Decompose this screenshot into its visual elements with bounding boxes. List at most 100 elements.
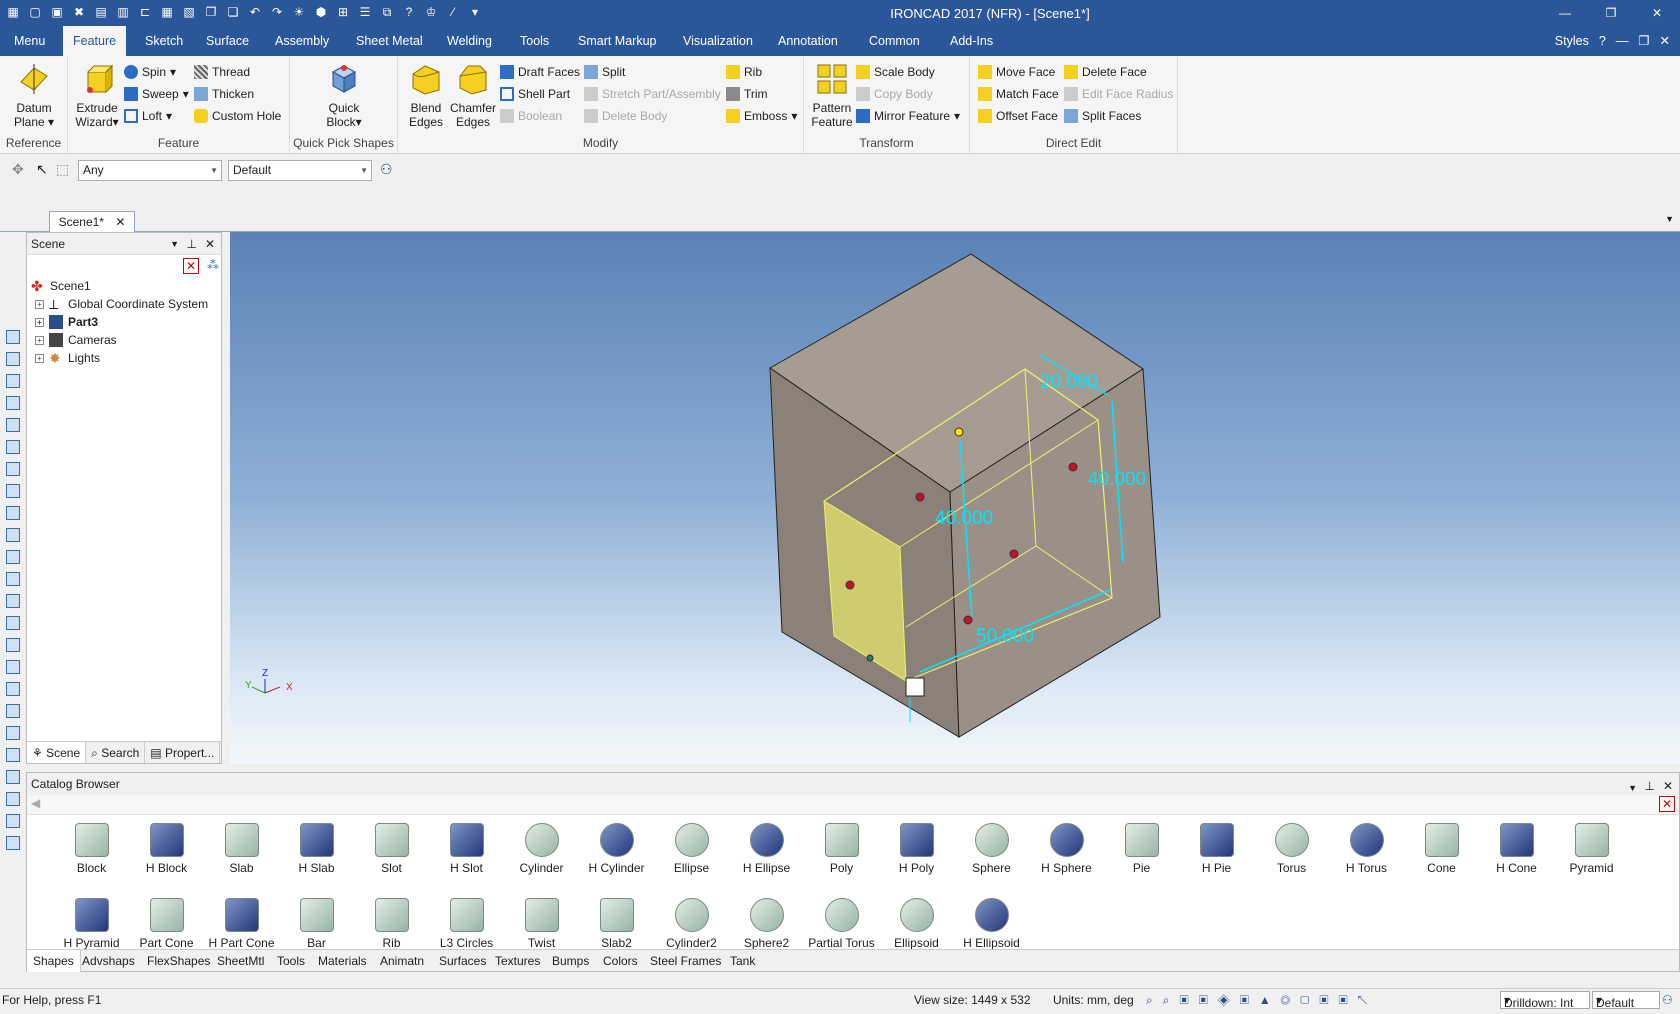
catalog-tab-steel-frames[interactable]: Steel Frames [650,950,721,972]
extrude-wizard-button[interactable]: Extrude Wizard▾ [74,62,120,129]
view-tool-icon[interactable] [6,506,20,520]
view-tool-icon[interactable] [6,814,20,828]
catalog-tab-advshaps[interactable]: Advshaps [82,950,135,972]
selection-filter-combo[interactable]: Any ▼ [78,160,222,181]
catalog-tab-surfaces[interactable]: Surfaces [439,950,486,972]
tree-item-global-coordinate-system[interactable]: + ⟂ Global Coordinate System [27,295,208,313]
expand-icon[interactable]: + [35,335,44,345]
tab-feature[interactable]: Feature [63,26,127,56]
split-faces-button[interactable]: Split Faces [1064,106,1141,126]
catalog-shape[interactable]: H Ellipse [729,823,804,875]
close-tab-icon[interactable]: ✕ [115,215,125,229]
view-tool-icon[interactable] [6,528,20,542]
view-tool-icon[interactable] [6,374,20,388]
tab-smart-markup[interactable]: Smart Markup [568,26,667,56]
catalog-shape[interactable]: Sphere [954,823,1029,875]
catalog-shape[interactable]: H Block [129,823,204,875]
size-handle[interactable] [954,427,964,437]
scale-body-button[interactable]: Scale Body [856,62,935,82]
pin-icon[interactable]: ⊥ [187,233,197,255]
split-button[interactable]: Split [584,62,625,82]
custom-hole-button[interactable]: Custom Hole [194,106,281,126]
tab-add-ins[interactable]: Add-Ins [940,26,1003,56]
expand-icon[interactable]: + [35,299,44,309]
tab-assembly[interactable]: Assembly [265,26,339,56]
thread-button[interactable]: Thread [194,62,250,82]
tab-common[interactable]: Common [859,26,930,56]
catalog-tab-animatn[interactable]: Animatn [380,950,424,972]
catalog-shape[interactable]: H Torus [1329,823,1404,875]
sweep-button[interactable]: Sweep ▾ [124,84,189,104]
catalog-shape[interactable]: H Part Cone [204,898,279,950]
view-tool-icon[interactable] [6,748,20,762]
catalog-shape[interactable]: Twist [504,898,579,950]
catalog-tab-sheetmtl[interactable]: SheetMtl [217,950,264,972]
tab-scene[interactable]: ⚘ Scene [27,742,87,763]
tab-list-icon[interactable]: ▼ [1665,214,1674,224]
size-handle[interactable] [845,580,855,590]
close-panel-icon[interactable]: ✕ [205,233,215,255]
doc-minimize-icon[interactable]: — [1616,26,1629,56]
tree-item-cameras[interactable]: + Cameras [27,331,208,349]
catalog-shape[interactable]: Rib [354,898,429,950]
panel-menu-icon[interactable]: ▼ [170,233,179,255]
tab-welding[interactable]: Welding [437,26,502,56]
loft-button[interactable]: Loft ▾ [124,106,172,126]
view-tool-icon[interactable] [6,352,20,366]
size-handle[interactable] [1068,462,1078,472]
hierarchy-icon[interactable]: ⚇ [380,161,393,178]
catalog-shape[interactable]: H Ellipsoid [954,898,1029,950]
catalog-shape[interactable]: Torus [1254,823,1329,875]
view-tool-icon[interactable] [6,440,20,454]
view-tool-icon[interactable] [6,550,20,564]
view-tool-icon[interactable] [6,484,20,498]
catalog-tab-textures[interactable]: Textures [495,950,540,972]
catalog-shape[interactable]: Cone [1404,823,1479,875]
tab-tools[interactable]: Tools [510,26,559,56]
catalog-tab-materials[interactable]: Materials [318,950,367,972]
shell-part-button[interactable]: Shell Part [500,84,570,104]
catalog-shape[interactable]: Poly [804,823,879,875]
catalog-shape[interactable]: H Slab [279,823,354,875]
clear-icon[interactable]: ✕ [1659,796,1675,812]
tree-item-lights[interactable]: + ✸ Lights [27,349,208,367]
dimension-label[interactable]: 50.000 [976,626,1034,647]
catalog-tab-tank[interactable]: Tank [730,950,755,972]
stretch-button[interactable]: Stretch Part/Assembly [584,84,721,104]
catalog-shape[interactable]: Pyramid [1554,823,1629,875]
catalog-tab-flexshapes[interactable]: FlexShapes [147,950,210,972]
view-tool-icon[interactable] [6,638,20,652]
tab-search[interactable]: ⌕ Search [86,742,146,763]
restore-icon[interactable]: ❐ [1588,0,1634,26]
clear-filter-icon[interactable]: ✕ [183,258,199,274]
tab-visualization[interactable]: Visualization [673,26,763,56]
tree-item-scene1[interactable]: ✤ Scene1 [27,277,208,295]
tab-surface[interactable]: Surface [196,26,259,56]
catalog-shape[interactable]: Slab2 [579,898,654,950]
scene-canvas[interactable]: 20.000 40.000 40.000 50.000 X Y Z [230,232,1680,764]
pointer-icon[interactable]: ↖ [36,161,48,178]
delete-face-button[interactable]: Delete Face [1064,62,1147,82]
expand-icon[interactable]: + [35,353,44,363]
view-tool-icon[interactable] [6,660,20,674]
catalog-shape[interactable]: Cylinder2 [654,898,729,950]
catalog-shape[interactable]: H Cone [1479,823,1554,875]
draft-faces-button[interactable]: Draft Faces [500,62,580,82]
catalog-shape[interactable]: H Slot [429,823,504,875]
quick-block-button[interactable]: Quick Block▾ [320,62,368,129]
view-tool-icon[interactable] [6,572,20,586]
view-tool-icon[interactable] [6,704,20,718]
catalog-shape[interactable]: Pie [1104,823,1179,875]
view-tool-icon[interactable] [6,682,20,696]
back-arrow-icon[interactable]: ◀ [31,796,40,810]
style-combo[interactable]: Default ▼ [228,160,372,181]
select-mode-icon[interactable]: ⬚ [56,161,69,178]
view-tool-icon[interactable] [6,462,20,476]
3d-viewport[interactable]: 20.000 40.000 40.000 50.000 X Y Z [230,232,1680,764]
catalog-shape[interactable]: Part Cone [129,898,204,950]
tab-annotation[interactable]: Annotation [768,26,848,56]
help-icon[interactable]: ? [1599,26,1606,56]
tab-menu[interactable]: Menu [4,26,55,56]
default-combo[interactable]: Default ▾ [1592,991,1660,1010]
catalog-shape[interactable]: H Pie [1179,823,1254,875]
